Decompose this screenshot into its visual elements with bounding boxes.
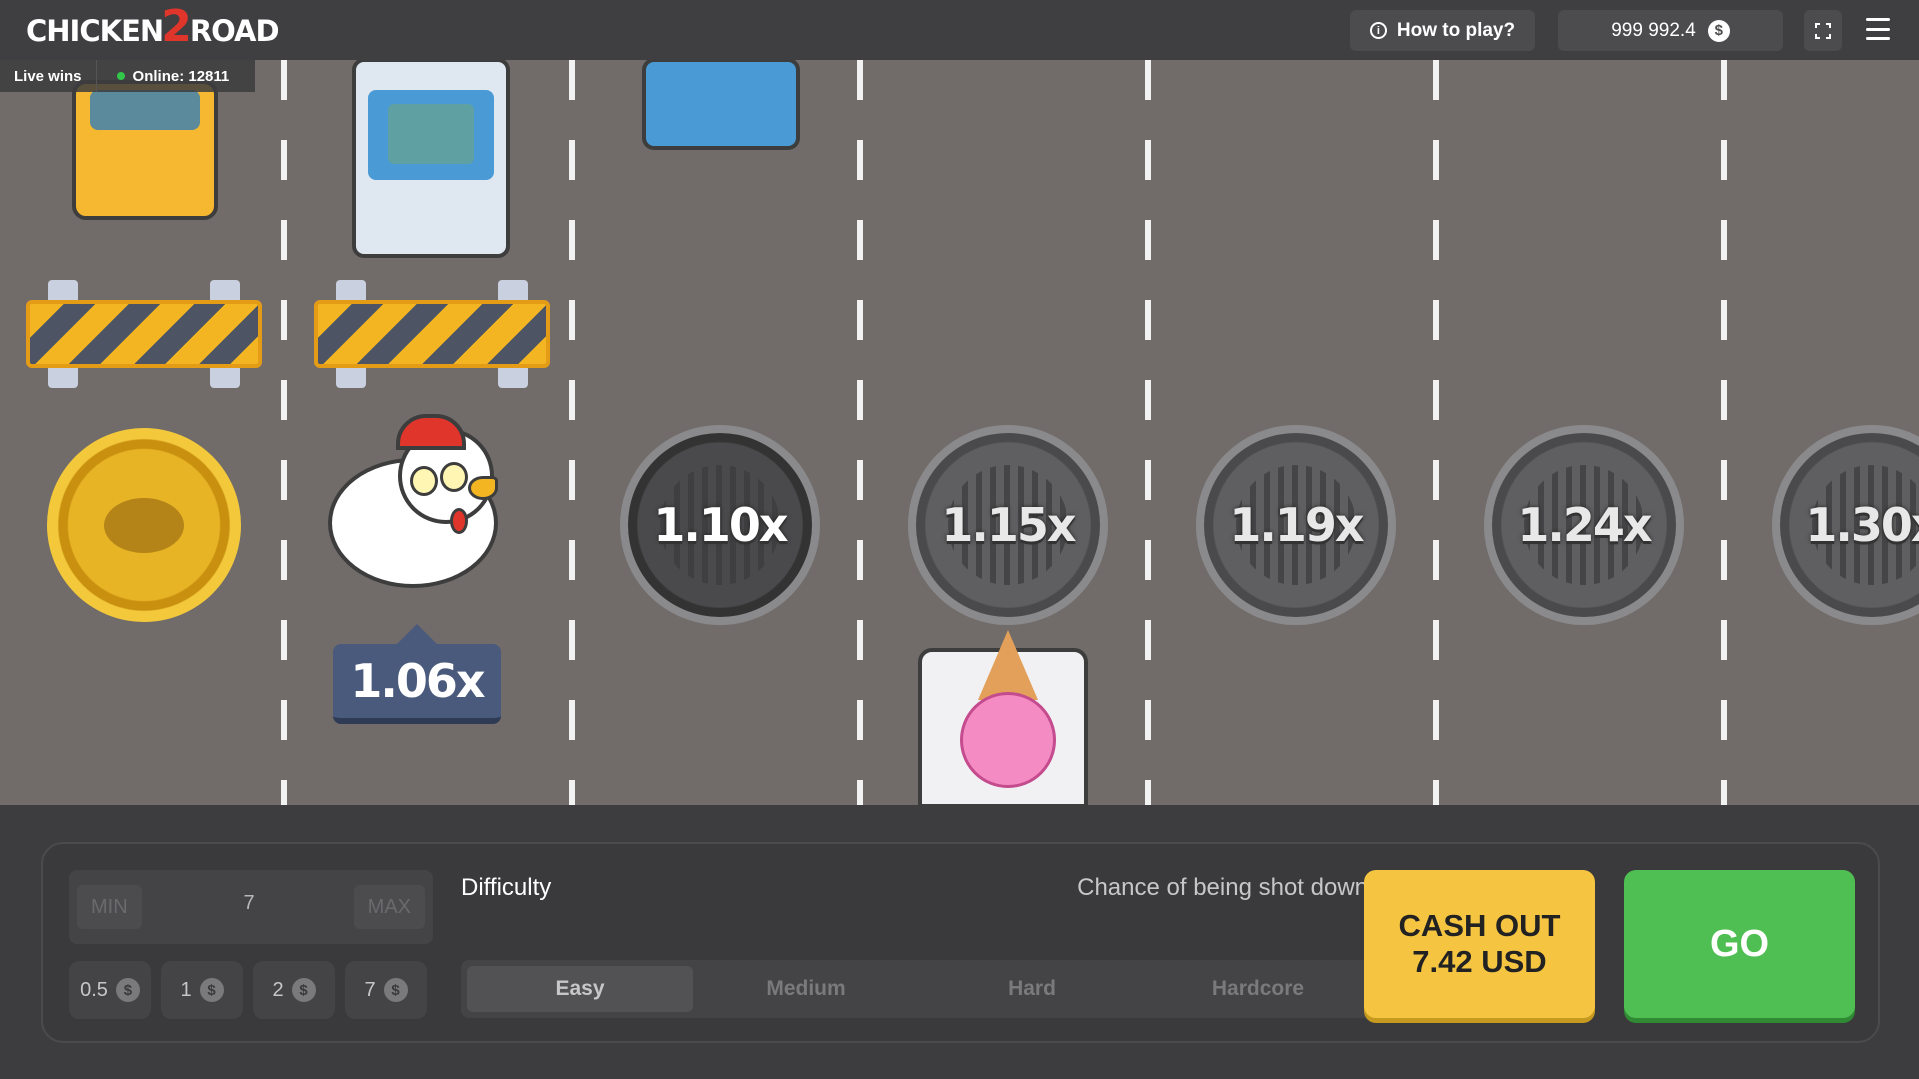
cash-out-amount: 7.42 USD	[1412, 944, 1547, 979]
lane-divider	[281, 60, 287, 805]
multiplier-step[interactable]: 1.15x	[908, 425, 1108, 625]
bet-min-button[interactable]: MIN	[77, 885, 142, 929]
dollar-icon: $	[199, 978, 224, 1002]
road-barrier	[26, 280, 262, 388]
dollar-icon: $	[115, 978, 140, 1002]
multiplier-value: 1.24x	[1517, 498, 1652, 552]
multiplier-value: 1.10x	[653, 498, 788, 552]
lane-divider	[569, 60, 575, 805]
bet-max-button[interactable]: MAX	[353, 885, 425, 929]
live-status-bar: Live wins Online: 12811	[0, 60, 255, 92]
info-icon: i	[1369, 22, 1387, 39]
bet-amount-input[interactable]: 7	[199, 892, 299, 915]
multiplier-value: 1.15x	[941, 498, 1076, 552]
go-button[interactable]: GO	[1624, 870, 1855, 1018]
dollar-icon: $	[1707, 19, 1730, 42]
bet-chip[interactable]: 0.5 $	[69, 961, 151, 1019]
menu-button[interactable]	[1866, 18, 1890, 40]
online-count: Online: 12811	[97, 68, 229, 85]
cash-out-label: CASH OUT	[1398, 908, 1561, 943]
bet-amount-box: MIN 7 MAX	[69, 870, 433, 944]
lane-divider	[857, 60, 863, 805]
difficulty-tab-easy[interactable]: Easy	[467, 966, 693, 1012]
control-panel: MIN 7 MAX 0.5 $ 1 $ 2 $ 7 $ Difficulty Chanc…	[41, 842, 1880, 1043]
game-logo: CHICKEN 2 ROAD	[26, 0, 280, 52]
difficulty-tabs: Easy Medium Hard Hardcore	[461, 960, 1377, 1018]
game-root: 1.06x 1.10x 1.15x 1.19x 1.24x 1.30x CHIC…	[0, 0, 1919, 1079]
how-to-play-label: How to play?	[1396, 19, 1516, 41]
how-to-play-button[interactable]: i How to play?	[1350, 10, 1535, 51]
yellow-car	[72, 80, 218, 220]
food-truck	[352, 58, 510, 258]
lane-divider	[1145, 60, 1151, 805]
start-coin-icon	[47, 428, 241, 622]
difficulty-tab-medium[interactable]: Medium	[693, 966, 919, 1012]
chance-label: Chance of being shot down	[1077, 874, 1368, 901]
multiplier-value: 1.30x	[1805, 498, 1919, 552]
blue-truck	[642, 58, 800, 150]
bet-chip[interactable]: 2 $	[253, 961, 335, 1019]
bet-chip[interactable]: 1 $	[161, 961, 243, 1019]
live-wins-tab[interactable]: Live wins	[0, 60, 97, 92]
balance-display: 999 992.4 $	[1558, 10, 1783, 51]
top-bar: CHICKEN 2 ROAD i How to play? 999 992.4 $	[0, 0, 1919, 60]
cash-out-button[interactable]: CASH OUT 7.42 USD	[1364, 870, 1595, 1018]
difficulty-tab-hardcore[interactable]: Hardcore	[1145, 966, 1371, 1012]
multiplier-step[interactable]: 1.24x	[1484, 425, 1684, 625]
difficulty-label: Difficulty	[461, 874, 552, 901]
online-dot-icon	[116, 72, 125, 80]
fullscreen-button[interactable]	[1804, 10, 1842, 51]
difficulty-tab-hard[interactable]: Hard	[919, 966, 1145, 1012]
multiplier-step[interactable]: 1.19x	[1196, 425, 1396, 625]
ice-cream-truck	[918, 630, 1088, 808]
bet-chip[interactable]: 7 $	[345, 961, 427, 1019]
road-barrier	[314, 280, 550, 388]
multiplier-value: 1.19x	[1229, 498, 1364, 552]
dollar-icon: $	[291, 978, 316, 1002]
current-multiplier: 1.06x	[333, 624, 501, 724]
chicken-character	[328, 414, 498, 598]
multiplier-step[interactable]: 1.10x	[620, 425, 820, 625]
lane-divider	[1433, 60, 1439, 805]
roast-chicken-icon	[104, 497, 184, 553]
dollar-icon: $	[383, 978, 408, 1002]
lane-divider	[1721, 60, 1727, 805]
balance-value: 999 992.4	[1611, 19, 1696, 41]
fullscreen-icon	[1815, 22, 1831, 39]
